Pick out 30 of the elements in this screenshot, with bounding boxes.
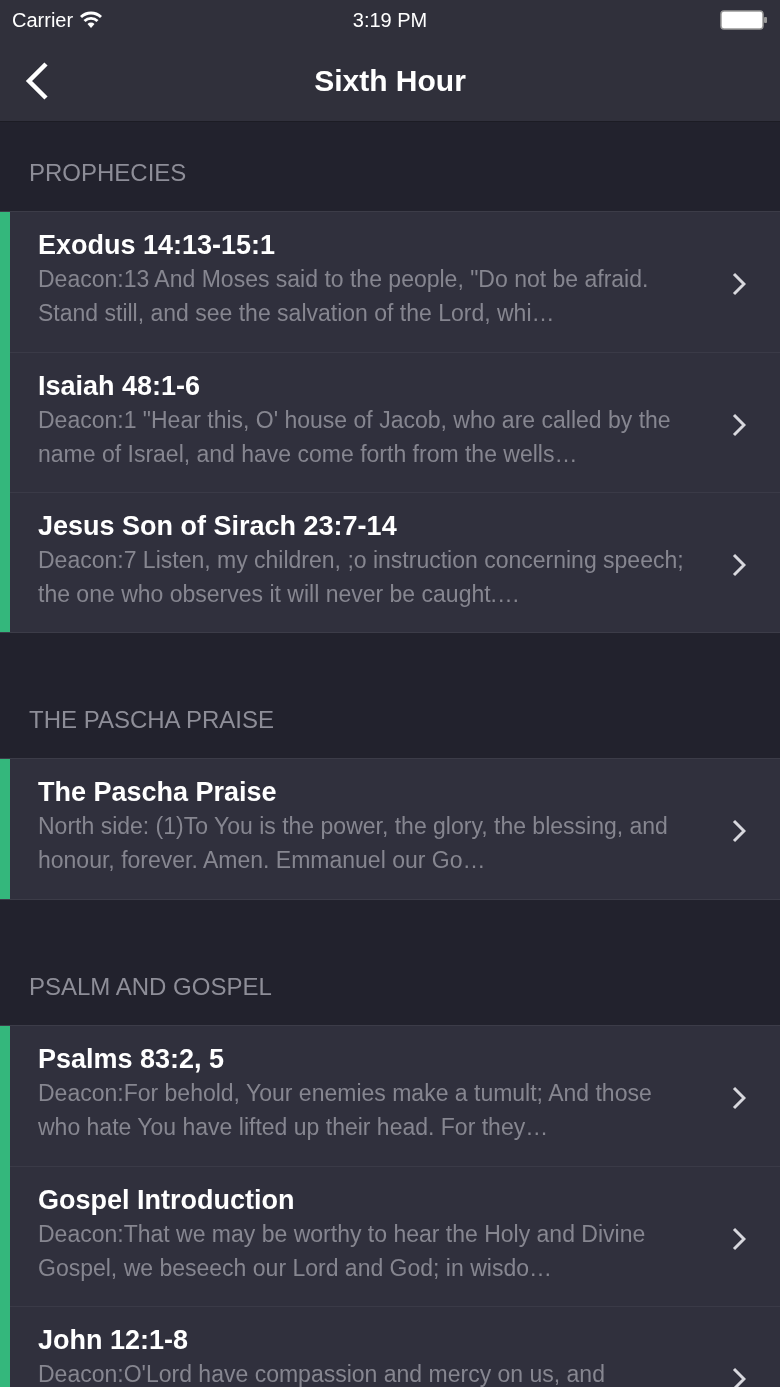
reading-snippet: Deacon:7 Listen, my children, ;o instruction concerning speech; the one who observes it will never be caught.… [38,546,685,609]
clock-time: 3:19 PM [352,8,428,33]
reading-title: John 12:1-8 [38,1324,190,1357]
reading-snippet: Deacon:That we may be worthy to hear the Holy and Divine Gospel, we beseech our Lord and God; in wisdo… [38,1220,647,1283]
section-header: PSALM AND GOSPEL [29,972,272,1002]
reading-title: Exodus 14:13-15:1 [38,229,277,262]
section-header: THE PASCHA PRAISE [29,705,274,735]
carrier-label: Carrier [12,8,74,33]
battery-icon [720,10,768,30]
reading-snippet: Deacon:For behold, Your enemies make a tumult; And those who hate You have lifted up their head. For they… [38,1079,653,1142]
reading-title: Psalms 83:2, 5 [38,1043,226,1076]
chevron-icon [732,272,746,296]
chevron-icon [732,553,746,577]
reading-snippet: Deacon:13 And Moses said to the people, "Do not be afraid. Stand still, and see the salvation of the Lord, whi… [38,265,650,328]
reading-snippet: North side: (1)To You is the power, the glory, the blessing, and honour, forever. Amen. Emmanuel our Go… [38,812,669,875]
reading-title: Gospel Introduction [38,1184,296,1217]
reading-title: Isaiah 48:1-6 [38,370,202,403]
chevron-icon [732,1367,746,1387]
chevron-icon [732,1227,746,1251]
section-header: PROPHECIES [29,158,187,188]
reading-title: Jesus Son of Sirach 23:7-14 [38,510,398,543]
chevron-icon [732,413,746,437]
chevron-icon [732,819,746,843]
reading-snippet: Deacon:1 "Hear this, O' house of Jacob, who are called by the name of Israel, and have come forth from the wells… [38,406,672,469]
screen-title: Sixth Hour [314,63,466,99]
reading-snippet: Deacon:O'Lord have compassion and mercy on us, and [38,1360,606,1387]
wifi-icon [79,11,104,29]
reading-row[interactable]: John 12:1-8 Deacon:O'Lord have compassion and mercy on us, and [10,1306,780,1387]
reading-title: The Pascha Praise [38,776,278,809]
chevron-icon [732,1086,746,1110]
